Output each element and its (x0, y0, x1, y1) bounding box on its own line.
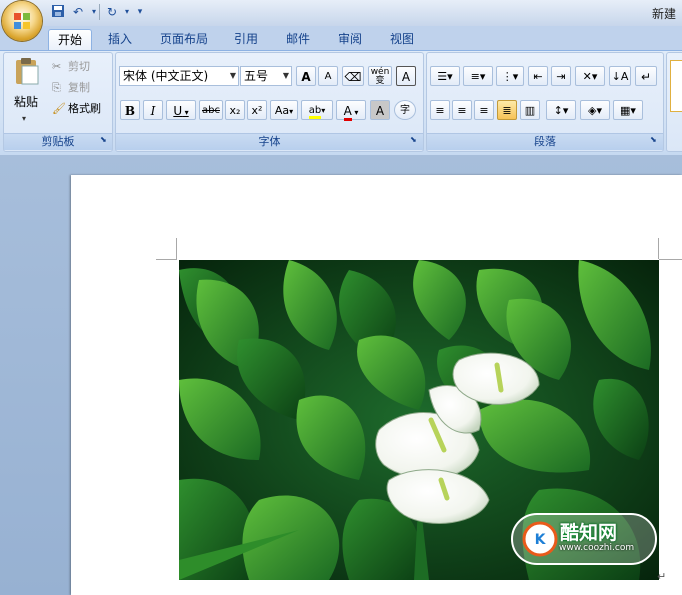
increase-indent-icon[interactable]: ⇥ (551, 66, 571, 86)
cut-icon: ✂ (52, 60, 62, 73)
phonetic-char-label: 变 (375, 76, 385, 86)
decrease-indent-icon[interactable]: ⇤ (528, 66, 548, 86)
superscript-button[interactable]: x² (247, 100, 267, 120)
change-case-button[interactable]: Aa▾ (270, 100, 298, 120)
clipboard-group-label: 剪贴板 (4, 133, 112, 150)
line-spacing-icon[interactable]: ↕▾ (546, 100, 576, 120)
show-marks-icon[interactable]: ↵ (635, 66, 657, 86)
watermark-url: www.coozhi.com (559, 543, 635, 553)
undo-icon[interactable]: ↶ (70, 4, 86, 20)
paragraph-launcher-icon[interactable]: ⬊ (650, 136, 658, 144)
paste-dropdown-icon[interactable]: ▾ (22, 110, 26, 128)
sort-icon[interactable]: ↓A (609, 66, 631, 86)
format-painter-button[interactable]: 格式刷 (68, 100, 101, 118)
copy-icon: ⎘ (52, 81, 61, 94)
font-family-value: 宋体 (中文正文) (123, 69, 209, 83)
align-right-icon[interactable]: ≡ (474, 100, 494, 120)
tab-view[interactable]: 视图 (382, 29, 422, 50)
char-border-button[interactable]: A (396, 66, 416, 86)
title-bar (0, 0, 682, 26)
style-gallery-item[interactable] (670, 60, 682, 112)
borders-icon[interactable]: ▦▾ (613, 100, 643, 120)
chevron-down-icon: ▾ (289, 107, 294, 116)
align-left-icon[interactable]: ≡ (430, 100, 450, 120)
copy-button[interactable]: 复制 (68, 79, 90, 97)
shrink-font-label: A (324, 71, 332, 82)
highlight-button[interactable]: ab▾ (301, 100, 333, 120)
font-color-button[interactable]: A ▾ (336, 100, 366, 121)
cut-button[interactable]: 剪切 (68, 58, 90, 76)
crop-mark (156, 259, 177, 260)
grow-font-label: A (301, 70, 311, 84)
enclose-characters-button[interactable]: 字 (394, 100, 416, 120)
underline-button[interactable]: U ▾ (166, 100, 196, 120)
format-painter-icon: 🖌 (52, 102, 66, 115)
underline-label: U (173, 104, 183, 118)
watermark-title: 酷知网 (560, 522, 618, 544)
chevron-down-icon: ▼ (229, 71, 236, 80)
svg-text:K: K (535, 532, 547, 548)
justify-icon[interactable]: ≣ (497, 100, 517, 120)
shrink-font-button[interactable]: A (318, 66, 338, 86)
multilevel-list-icon[interactable]: ⋮▾ (496, 66, 524, 86)
window-title: 新建 (652, 7, 677, 21)
crop-mark (658, 238, 659, 259)
tab-home[interactable]: 开始 (48, 29, 92, 51)
paste-button[interactable]: 粘贴 (14, 93, 38, 111)
numbering-icon[interactable]: ≡▾ (463, 66, 493, 86)
shading-icon[interactable]: ◈▾ (580, 100, 610, 120)
clear-formatting-icon[interactable]: ⌫ (342, 66, 364, 86)
tab-insert[interactable]: 插入 (100, 29, 140, 50)
customize-toolbar-icon[interactable]: ▾ (132, 4, 148, 20)
tab-mailings[interactable]: 邮件 (278, 29, 318, 50)
crop-mark (659, 259, 682, 260)
align-center-icon[interactable]: ≡ (452, 100, 472, 120)
chevron-down-icon: ▾ (321, 106, 326, 115)
office-logo-icon (14, 13, 30, 29)
font-size-select[interactable]: 五号 ▼ (240, 66, 292, 86)
subscript-button[interactable]: x₂ (225, 100, 245, 120)
font-launcher-icon[interactable]: ⬊ (410, 136, 418, 144)
font-family-select[interactable]: 宋体 (中文正文) ▼ (119, 66, 239, 86)
phonetic-guide-button[interactable]: wén 变 (368, 66, 392, 86)
grow-font-button[interactable]: A (296, 66, 316, 86)
redo-icon[interactable]: ↻ (104, 4, 120, 20)
bullets-icon[interactable]: ☰▾ (430, 66, 460, 86)
distributed-icon[interactable]: ▥ (520, 100, 540, 120)
strikethrough-button[interactable]: abc (199, 100, 223, 120)
italic-button[interactable]: I (143, 100, 163, 120)
tab-page-layout[interactable]: 页面布局 (152, 29, 216, 50)
font-size-value: 五号 (244, 69, 269, 83)
crop-mark (176, 238, 177, 259)
char-border-label: A (401, 70, 411, 84)
paste-icon[interactable] (12, 56, 42, 86)
separator (99, 4, 100, 20)
tab-review[interactable]: 审阅 (330, 29, 370, 50)
office-button[interactable] (2, 1, 42, 41)
highlight-label: ab (308, 105, 322, 119)
font-color-label: A (343, 104, 352, 121)
bold-button[interactable]: B (120, 100, 140, 120)
chevron-down-icon: ▾ (351, 108, 359, 117)
chevron-down-icon: ▼ (282, 71, 289, 80)
char-shading-button[interactable]: A (370, 100, 390, 120)
tab-references[interactable]: 引用 (226, 29, 266, 50)
change-case-label: Aa (274, 104, 290, 117)
paragraph-mark-icon: ↵ (657, 570, 667, 583)
chevron-down-icon: ▾ (182, 108, 189, 117)
paragraph-group-label: 段落 (427, 133, 663, 150)
clipboard-launcher-icon[interactable]: ⬊ (100, 136, 108, 144)
font-group-label: 字体 (116, 133, 423, 150)
save-icon[interactable] (50, 4, 66, 20)
chinese-layout-icon[interactable]: ✕▾ (575, 66, 605, 86)
